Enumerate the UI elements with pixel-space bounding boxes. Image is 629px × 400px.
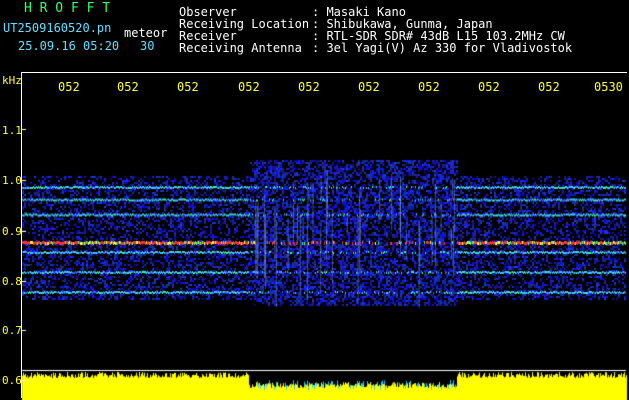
spectrogram-canvas — [0, 0, 629, 400]
x-tick-label: 052 — [538, 80, 560, 94]
info-value-antenna: : 3el Yagi(V) Az 330 for Vladivostok — [312, 41, 573, 55]
x-tick-label: 052 — [418, 80, 440, 94]
mode-label: meteor — [124, 26, 168, 40]
y-tick-label: 0.7 — [2, 324, 22, 337]
y-axis-unit: kHz — [2, 74, 22, 87]
hrofft-screen: H R O F F T UT2509160520.pn meteor 25.09… — [0, 0, 629, 400]
y-tick-label: 0.9 — [2, 225, 22, 238]
x-tick-label: 052 — [58, 80, 80, 94]
app-brand: H R O F F T — [24, 1, 111, 16]
y-tick-label: 0.8 — [2, 275, 22, 288]
y-tick-label: 1.1 — [2, 124, 22, 137]
x-tick-label: 052 — [177, 80, 199, 94]
info-label-antenna: Receiving Antenna — [179, 41, 302, 55]
duration: 30 — [140, 39, 155, 53]
y-tick-label: 1.0 — [2, 174, 22, 187]
y-tick-label: 0.6 — [2, 374, 22, 387]
file-name: UT2509160520.pn — [3, 21, 112, 35]
x-tick-label: 052 — [117, 80, 139, 94]
x-tick-label: 052 — [478, 80, 500, 94]
date-time: 25.09.16 05:20 — [18, 39, 120, 53]
x-tick-label: 052 — [298, 80, 320, 94]
x-tick-label: 052 — [238, 80, 260, 94]
x-tick-label: 052 — [358, 80, 380, 94]
x-tick-label: 0530 — [594, 80, 623, 94]
